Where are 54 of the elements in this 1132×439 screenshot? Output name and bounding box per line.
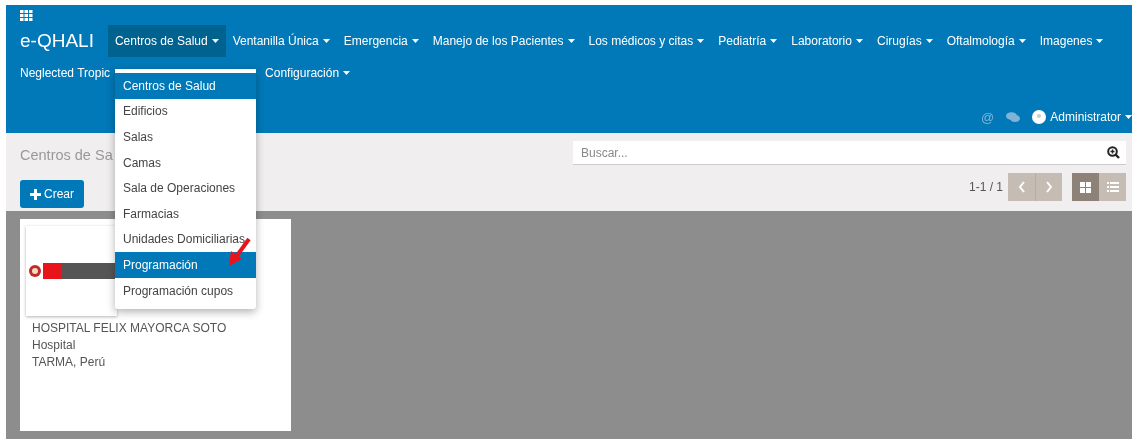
caret-icon: [322, 39, 330, 43]
app-brand[interactable]: e-QHALI: [20, 30, 94, 52]
menu-item[interactable]: Imagenes: [1032, 25, 1111, 57]
caret-icon: [1018, 39, 1026, 43]
dropdown-item[interactable]: Centros de Salud: [115, 73, 256, 99]
caret-icon: [925, 39, 933, 43]
plus-icon: [30, 188, 41, 200]
chevron-left-icon: [1017, 181, 1026, 193]
dropdown-item[interactable]: Unidades Domiciliarias: [115, 226, 256, 253]
menu-item[interactable]: Los médicos y citas: [581, 25, 712, 57]
pager-text: 1-1 / 1: [968, 180, 1003, 194]
menu-item[interactable]: Ventanilla Única: [225, 25, 337, 57]
grid-icon: [1080, 181, 1091, 193]
avatar-icon[interactable]: [1032, 110, 1047, 124]
dropdown-item[interactable]: Sala de Operaciones: [115, 175, 256, 201]
caret-icon: [411, 39, 419, 43]
caret-icon: [697, 39, 705, 43]
search-field[interactable]: Buscar...: [573, 141, 1126, 165]
menu-item[interactable]: Manejo de los Pacientes: [425, 25, 582, 57]
breadcrumb: Centros de Sa: [20, 147, 113, 163]
next-button[interactable]: [1035, 173, 1062, 201]
menu-item[interactable]: Oftalmología: [939, 25, 1033, 57]
dropdown-item[interactable]: Farmacias: [115, 200, 256, 227]
menu-item[interactable]: Laboratorio: [784, 25, 870, 57]
chat-icon[interactable]: [1006, 111, 1021, 123]
menu-item[interactable]: Pediatría: [711, 25, 785, 57]
caret-icon: [770, 39, 778, 43]
dropdown-item[interactable]: Salas: [115, 124, 256, 150]
card-text: HOSPITAL FELIX MAYORCA SOTO: [32, 320, 228, 337]
caret-icon: [567, 39, 575, 43]
dropdown-item[interactable]: Programación: [115, 252, 256, 278]
menu-item[interactable]: Centros de Salud: [107, 25, 226, 57]
caret-icon: [343, 71, 351, 75]
search-icon[interactable]: [1107, 146, 1120, 159]
chevron-right-icon: [1045, 181, 1053, 193]
caret-icon: [1096, 39, 1104, 43]
dropdown-item[interactable]: Programación cupos: [115, 277, 256, 304]
card-text: TARMA, Perú: [32, 354, 107, 371]
search-input[interactable]: Buscar...: [579, 144, 1107, 161]
menu-item[interactable]: Cirugías: [869, 25, 940, 57]
apps-grid-icon[interactable]: [20, 9, 33, 21]
caret-icon: [211, 39, 219, 43]
caret-icon: [855, 39, 863, 43]
create-button[interactable]: Crear: [20, 180, 84, 208]
dropdown-item[interactable]: Edificios: [115, 98, 256, 125]
dropdown-item[interactable]: Camas: [115, 149, 256, 176]
menu-item[interactable]: Neglected Tropic: [13, 57, 118, 89]
list-icon: [1106, 182, 1119, 192]
caret-icon: [1125, 115, 1132, 119]
card-text: Hospital: [32, 337, 77, 354]
user-menu[interactable]: Administrator: [1050, 101, 1132, 133]
kanban-view-button[interactable]: [1072, 173, 1099, 201]
menu-item[interactable]: Configuración: [258, 57, 358, 89]
menu-item[interactable]: Emergencia: [336, 25, 426, 57]
